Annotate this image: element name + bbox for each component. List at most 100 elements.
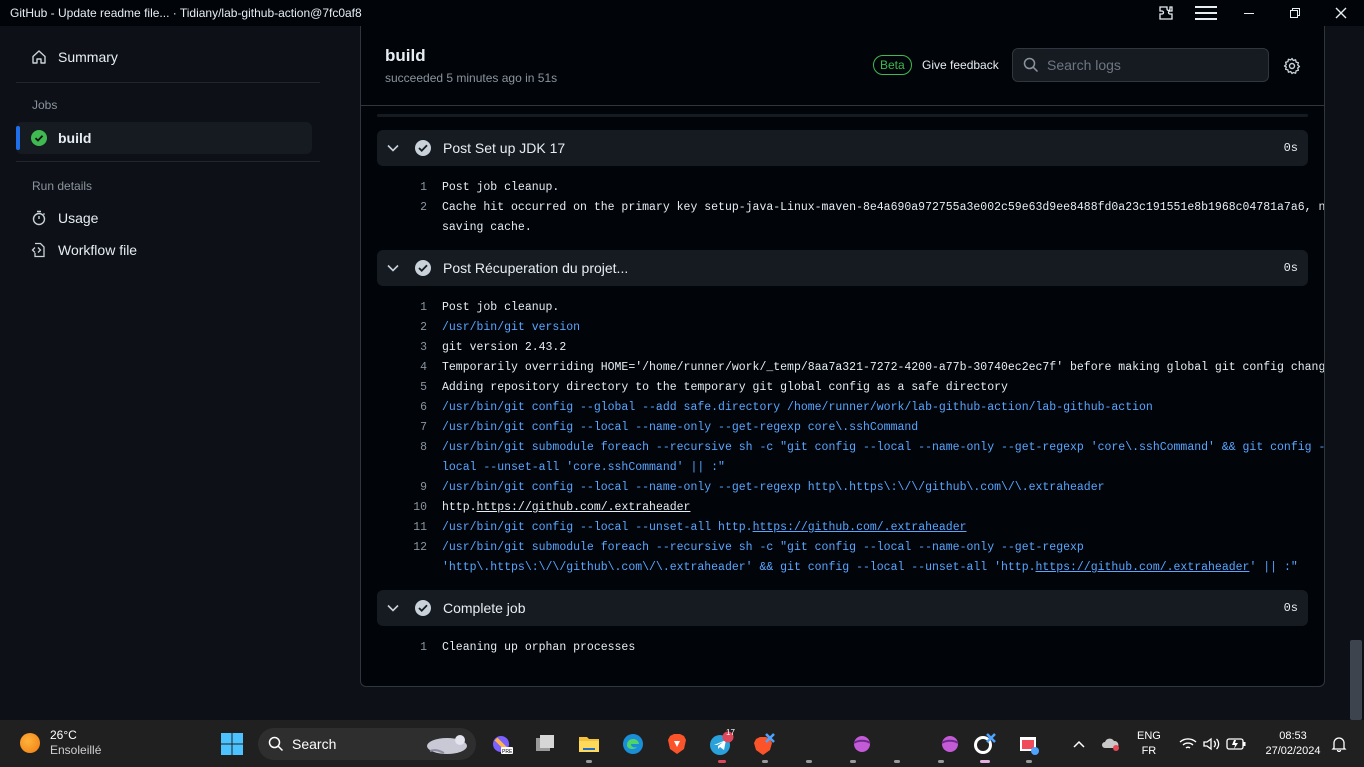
log-link[interactable]: https://github.com/.extraheader (1036, 561, 1250, 574)
log-text: Post job cleanup. (442, 181, 560, 194)
language-bottom: FR (1141, 745, 1157, 757)
line-number[interactable]: 6 (401, 398, 427, 418)
step-duration: 0s (1283, 141, 1298, 155)
weather-widget[interactable]: 26°C Ensoleillé (20, 728, 101, 758)
line-number[interactable]: 2 (401, 318, 427, 338)
line-number[interactable]: 12 (401, 538, 427, 558)
task-view-icon[interactable] (532, 731, 558, 757)
chevron-down-icon (387, 144, 401, 152)
check-circle-icon (415, 260, 431, 276)
line-number[interactable]: 11 (401, 518, 427, 538)
running-indicator (762, 760, 768, 763)
scrollbar-thumb[interactable] (1350, 640, 1362, 720)
chevron-up-icon[interactable] (1066, 731, 1092, 757)
sidebar-item-label: Usage (58, 210, 99, 226)
clock[interactable]: 08:53 27/02/2024 (1262, 729, 1324, 759)
give-feedback-link[interactable]: Give feedback (922, 58, 999, 72)
log-link[interactable]: https://github.com/.extraheader (753, 521, 967, 534)
sidebar-item-label: Summary (58, 49, 118, 65)
step-header-post-recuperation[interactable]: Post Récuperation du projet... 0s (377, 250, 1308, 286)
close-button[interactable] (1318, 0, 1364, 26)
windows-start-icon[interactable] (219, 731, 245, 757)
notification-bell-icon[interactable] (1326, 731, 1352, 757)
sidebar-item-usage[interactable]: Usage (16, 202, 312, 234)
search-logs-field[interactable] (1012, 48, 1269, 82)
line-number[interactable]: 9 (401, 478, 427, 498)
log-link[interactable]: https://github.com/.extraheader (477, 501, 691, 514)
sphere-app-icon[interactable] (849, 731, 875, 757)
log-command: /usr/bin/git config --local --name-only … (442, 421, 919, 434)
running-indicator (586, 760, 592, 763)
line-number[interactable]: 4 (401, 358, 427, 378)
edge-browser-icon[interactable] (620, 731, 646, 757)
step-header-post-setup-jdk[interactable]: Post Set up JDK 17 0s (377, 130, 1308, 166)
line-number[interactable]: 2 (401, 198, 427, 218)
line-number[interactable]: 1 (401, 638, 427, 658)
sidebar-item-workflow-file[interactable]: Workflow file (16, 234, 312, 266)
onedrive-icon[interactable] (1098, 731, 1124, 757)
volume-icon[interactable] (1199, 731, 1225, 757)
log-command: local --unset-all 'core.sshCommand' || :… (442, 461, 725, 474)
extensions-icon[interactable] (1146, 0, 1186, 26)
log-text-with-link[interactable]: http.https://github.com/.extraheader (442, 498, 690, 518)
running-indicator (894, 760, 900, 763)
running-indicator (718, 760, 726, 763)
check-circle-icon (415, 140, 431, 156)
success-check-icon (30, 129, 48, 147)
taskbar-search[interactable]: Search (258, 728, 476, 760)
line-number[interactable]: 3 (401, 338, 427, 358)
wifi-icon[interactable] (1175, 731, 1201, 757)
chevron-down-icon (387, 264, 401, 272)
line-number[interactable]: 1 (401, 178, 427, 198)
running-indicator (806, 760, 812, 763)
copilot-icon[interactable]: PRE (488, 731, 514, 757)
search-icon (268, 736, 284, 752)
language-top: ENG (1137, 730, 1161, 742)
menu-icon[interactable] (1186, 0, 1226, 26)
brave-debug-icon[interactable] (752, 731, 778, 757)
window-title: GitHub - Update readme file... · Tidiany… (10, 6, 362, 20)
step-header-complete-job[interactable]: Complete job 0s (377, 590, 1308, 626)
battery-icon[interactable] (1223, 731, 1249, 757)
gear-icon[interactable] (1282, 56, 1302, 76)
divider (16, 161, 320, 162)
log-command[interactable]: /usr/bin/git config --local --unset-all … (442, 518, 967, 538)
weather-description: Ensoleillé (50, 743, 102, 757)
line-number[interactable]: 5 (401, 378, 427, 398)
taskbar-search-label: Search (292, 736, 337, 752)
running-indicator (850, 760, 856, 763)
job-header: build succeeded 5 minutes ago in 51s Bet… (361, 26, 1324, 106)
language-indicator[interactable]: ENG FR (1137, 729, 1161, 759)
sidebar-item-build[interactable]: build (16, 122, 312, 154)
telegram-icon[interactable]: 17 (708, 728, 735, 757)
restore-button[interactable] (1272, 0, 1318, 26)
stopwatch-icon (30, 209, 48, 227)
github-desktop-icon[interactable] (972, 731, 998, 757)
line-number[interactable]: 7 (401, 418, 427, 438)
step-duration: 0s (1283, 601, 1298, 615)
line-number[interactable]: 1 (401, 298, 427, 318)
sidebar-item-label: Workflow file (58, 242, 138, 258)
brave-browser-icon[interactable] (664, 731, 690, 757)
search-icon (1023, 57, 1039, 73)
page-scrollbar[interactable] (1348, 26, 1364, 720)
file-explorer-icon[interactable] (576, 731, 602, 757)
log-command[interactable]: 'http\.https\:\/\/github\.com\/\.extrahe… (442, 558, 1298, 578)
svg-text:PRE: PRE (502, 749, 513, 755)
job-status-text: succeeded 5 minutes ago in 51s (385, 71, 558, 85)
minimize-button[interactable] (1226, 0, 1272, 26)
sidebar-item-summary[interactable]: Summary (16, 41, 312, 73)
sunny-icon (20, 733, 40, 753)
step-duration: 0s (1283, 261, 1298, 275)
log-command: /usr/bin/git version (442, 321, 581, 334)
snipping-tool-icon[interactable] (1016, 731, 1042, 757)
line-number[interactable]: 10 (401, 498, 427, 518)
step-name: Complete job (443, 600, 526, 616)
line-number[interactable]: 8 (401, 438, 427, 458)
search-logs-input[interactable] (1047, 57, 1247, 73)
log-text: Temporarily overriding HOME='/home/runne… (442, 361, 1325, 374)
sphere-app-2-icon[interactable] (937, 731, 963, 757)
chevron-down-icon (387, 604, 401, 612)
step-name: Post Set up JDK 17 (443, 140, 566, 156)
clock-date: 27/02/2024 (1265, 745, 1321, 757)
